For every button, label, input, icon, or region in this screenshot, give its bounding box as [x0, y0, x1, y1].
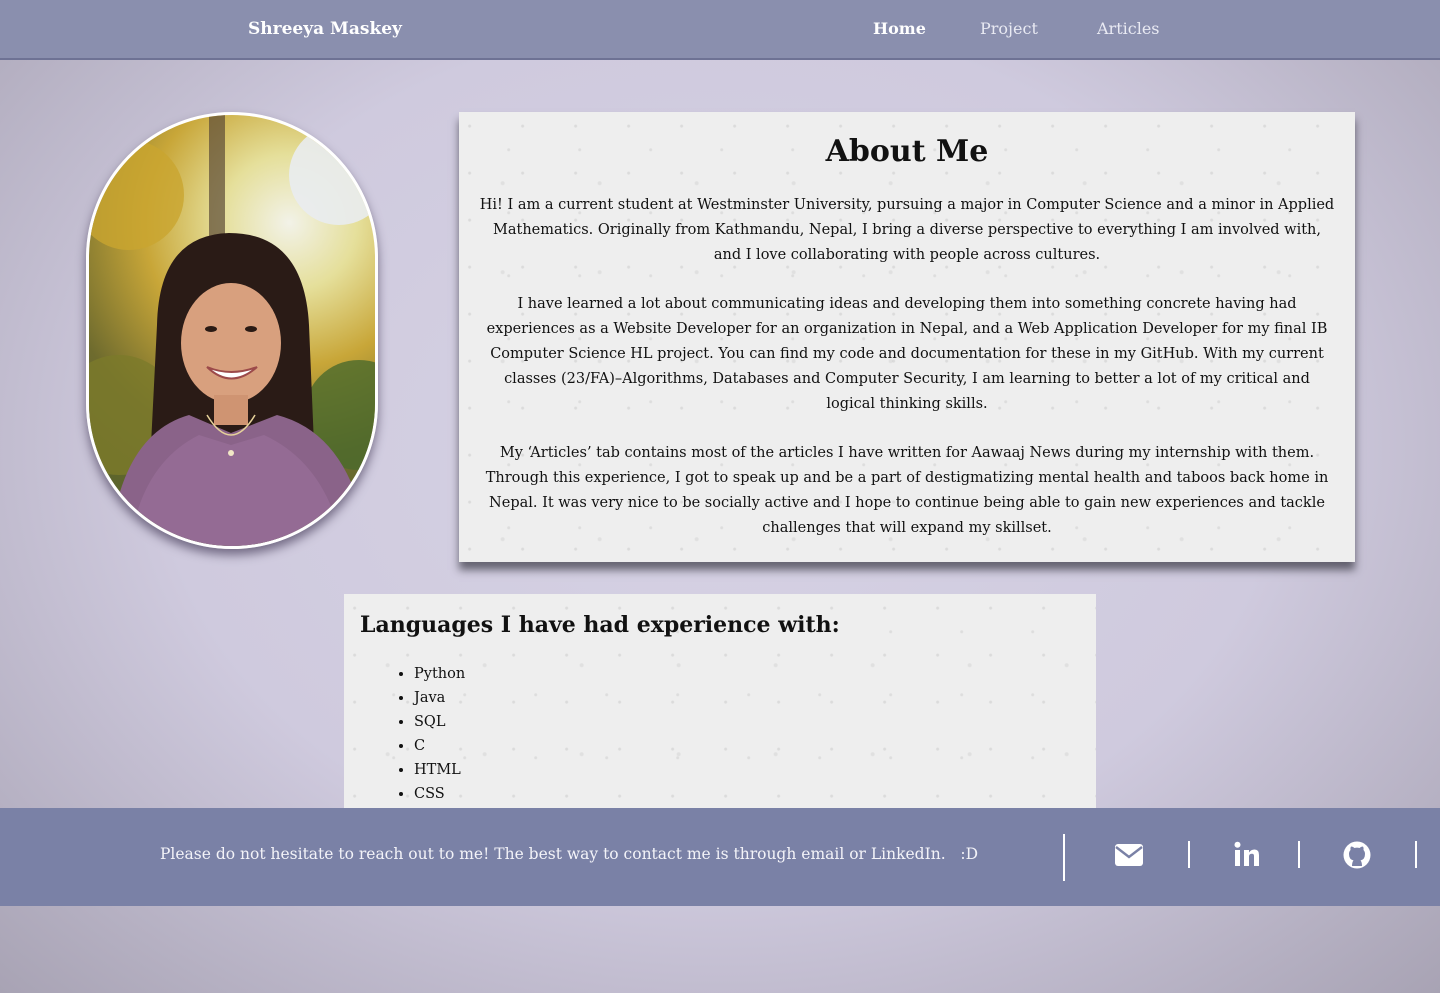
brand-link[interactable]: Shreeya Maskey	[248, 19, 402, 39]
profile-photo	[86, 112, 378, 549]
github-icon[interactable]	[1343, 841, 1371, 873]
languages-title: Languages I have had experience with:	[360, 612, 840, 638]
languages-card: Languages I have had experience with: Py…	[344, 594, 1096, 814]
about-me-title: About Me	[825, 134, 989, 169]
about-paragraph: Hi! I am a current student at Westminste…	[479, 197, 1335, 263]
about-me-card: About Me Hi! I am a current student at W…	[459, 112, 1355, 562]
footer: Please do not hesitate to reach out to m…	[0, 808, 1440, 906]
list-item: SQL	[414, 710, 465, 734]
footer-divider	[1415, 841, 1417, 868]
footer-contact-text: Please do not hesitate to reach out to m…	[160, 845, 979, 863]
list-item: CSS	[414, 782, 465, 806]
list-item: Java	[414, 686, 465, 710]
nav-project-link[interactable]: Project	[980, 19, 1038, 38]
nav-home-link[interactable]: Home	[873, 19, 926, 38]
footer-divider	[1298, 841, 1300, 868]
footer-divider	[1188, 841, 1190, 868]
envelope-icon[interactable]	[1115, 844, 1143, 870]
about-paragraph: I have learned a lot about communicating…	[486, 296, 1328, 412]
nav-articles-link[interactable]: Articles	[1097, 19, 1160, 38]
languages-list: Python Java SQL C HTML CSS	[414, 662, 465, 806]
about-paragraph: My ‘Articles’ tab contains most of the a…	[485, 445, 1329, 536]
top-navbar: Shreeya Maskey Home Project Articles	[0, 0, 1440, 60]
list-item: HTML	[414, 758, 465, 782]
linkedin-icon[interactable]	[1234, 841, 1260, 871]
footer-divider	[1063, 834, 1065, 881]
profile-photo-illustration	[89, 115, 375, 546]
list-item: C	[414, 734, 465, 758]
list-item: Python	[414, 662, 465, 686]
